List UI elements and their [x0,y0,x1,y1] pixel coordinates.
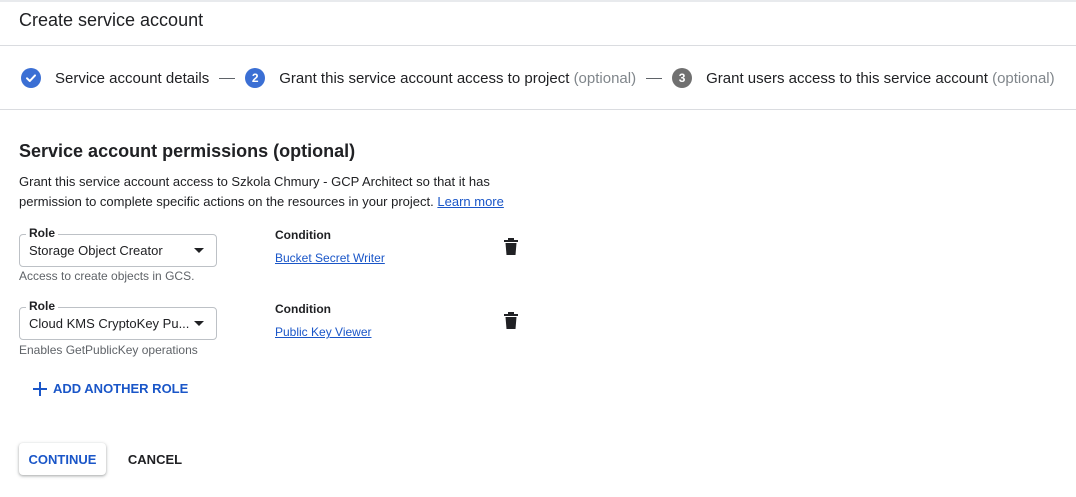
cancel-button[interactable]: CANCEL [122,443,188,475]
role-hint: Access to create objects in GCS. [19,269,195,283]
trash-icon[interactable] [503,312,519,330]
trash-icon[interactable] [503,238,519,256]
role-value: Cloud KMS CryptoKey Pu... [29,316,190,331]
step-2-label: Grant this service account access to pro… [279,70,636,87]
role-select[interactable]: Role Storage Object Creator [19,226,217,267]
section-title: Service account permissions (optional) [19,141,356,161]
step-2-number: 2 [245,68,266,88]
learn-more-link[interactable]: Learn more [437,194,503,209]
description-text: Grant this service account access to Szk… [19,174,490,209]
role-select[interactable]: Role Cloud KMS CryptoKey Pu... [19,299,217,340]
plus-icon [33,381,47,396]
arrow-drop-down-icon [194,248,204,253]
step-connector [219,77,236,79]
step-3-number: 3 [672,68,693,88]
add-another-role-button[interactable]: ADD ANOTHER ROLE [33,381,188,396]
condition-label: Condition [275,228,331,242]
step-connector [646,77,663,79]
condition-label: Condition [275,302,331,316]
stepper-divider [0,109,1076,110]
step-3-optional: (optional) [992,69,1055,87]
header-divider [0,45,1076,46]
role-hint: Enables GetPublicKey operations [19,343,198,357]
condition-link[interactable]: Public Key Viewer [275,325,372,339]
section-description: Grant this service account access to Szk… [19,172,539,212]
step-2-optional: (optional) [573,69,637,87]
step-2-title: Grant this service account access to pro… [279,69,570,87]
arrow-drop-down-icon [194,321,204,326]
role-value: Storage Object Creator [29,243,163,258]
step-1-label: Service account details [55,69,210,87]
condition-link[interactable]: Bucket Secret Writer [275,251,385,265]
stepper: Service account details 2 Grant this ser… [21,67,1055,89]
step-3-label: Grant users access to this service accou… [706,70,1055,87]
page-title: Create service account [19,10,204,30]
role-label: Role [26,226,59,240]
step-3-title: Grant users access to this service accou… [706,69,988,87]
top-divider [0,0,1076,2]
add-role-label: ADD ANOTHER ROLE [53,381,189,396]
check-circle-icon [21,68,41,88]
continue-button[interactable]: CONTINUE [19,443,106,475]
role-label: Role [26,299,59,313]
